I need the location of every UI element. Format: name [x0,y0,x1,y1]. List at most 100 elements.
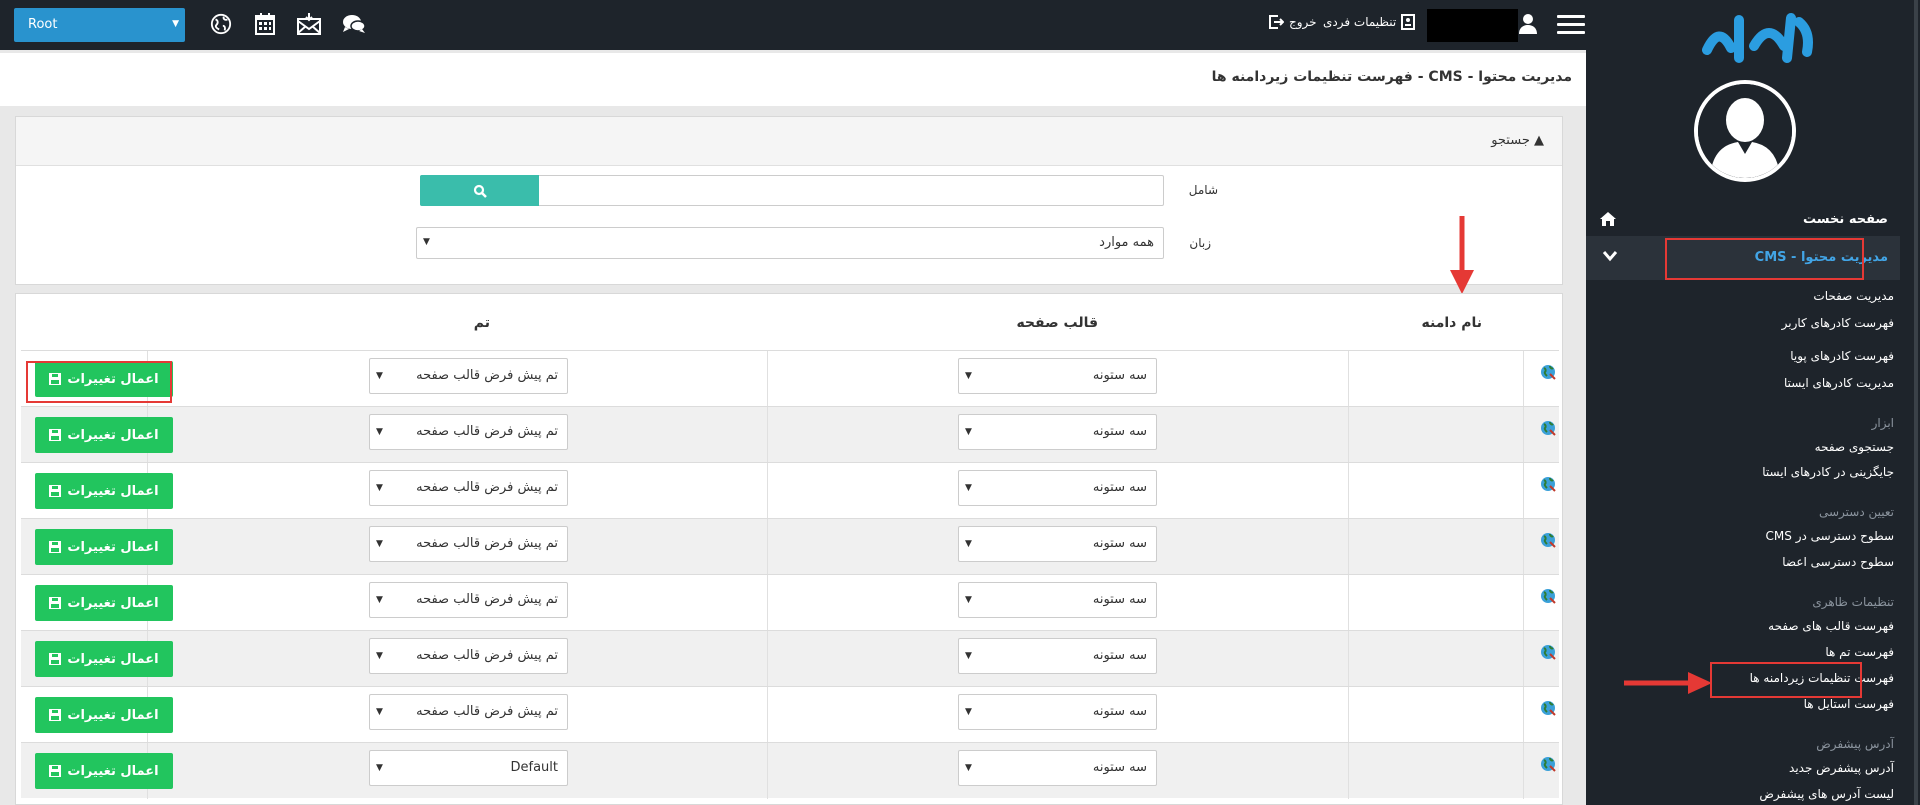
cell-divider [767,631,768,687]
apply-changes-button[interactable]: اعمال تغییرات [35,697,173,733]
theme-select[interactable]: تم پیش فرض قالب صفحه ▼ [369,414,568,450]
logout-link[interactable]: خروج [1268,14,1317,30]
subdomain-table: نام دامنه قالب صفحه تم اعمال تغییرات تم پ… [15,293,1563,805]
theme-select-value: تم پیش فرض قالب صفحه [416,424,558,439]
template-select[interactable]: سه ستونه ▼ [958,358,1157,394]
personal-settings-label: تنظیمات فردی [1323,15,1397,29]
theme-select[interactable]: تم پیش فرض قالب صفحه ▼ [369,470,568,506]
chevron-down-icon: ▼ [965,371,972,381]
template-select[interactable]: سه ستونه ▼ [958,526,1157,562]
save-icon [49,485,62,497]
save-icon [49,429,62,441]
cell-divider [1523,351,1524,407]
chevron-down-icon: ▼ [172,19,179,29]
apply-changes-button[interactable]: اعمال تغییرات [35,417,173,453]
theme-select[interactable]: تم پیش فرض قالب صفحه ▼ [369,582,568,618]
template-select[interactable]: سه ستونه ▼ [958,470,1157,506]
domain-globe-icon [1539,363,1557,381]
domain-globe-icon [1539,755,1557,773]
template-select-value: سه ستونه [1092,480,1147,495]
theme-select[interactable]: تم پیش فرض قالب صفحه ▼ [369,358,568,394]
chat-icon[interactable] [341,11,367,37]
sidebar-heading-default-address: آدرس پیشفرض [1816,737,1894,751]
apply-changes-button[interactable]: اعمال تغییرات [35,585,173,621]
sidebar-item-dynamic-boxes[interactable]: فهرست کادرهای پویا [1790,349,1894,363]
table-row: اعمال تغییرات تم پیش فرض قالب صفحه ▼ سه ستو… [21,406,1559,463]
column-header-template: قالب صفحه [1016,315,1098,331]
root-select-value: Root [28,17,58,32]
theme-select-value: تم پیش فرض قالب صفحه [416,592,558,607]
search-icon [473,184,487,198]
chevron-down-icon: ▼ [965,427,972,437]
sidebar-item-cms-access[interactable]: سطوح دسترسی در CMS [1766,529,1894,543]
cell-divider [1348,519,1349,575]
sidebar-item-replace-static[interactable]: جایگزینی در کادرهای ایستا [1762,465,1894,479]
column-header-domain: نام دامنه [1421,315,1482,331]
theme-select[interactable]: تم پیش فرض قالب صفحه ▼ [369,526,568,562]
sidebar-item-manage-pages[interactable]: مدیریت صفحات [1813,289,1894,303]
save-icon [49,597,62,609]
table-row: اعمال تغییرات تم پیش فرض قالب صفحه ▼ سه ستو… [21,518,1559,575]
mail-icon[interactable] [296,11,322,37]
table-row: اعمال تغییرات تم پیش فرض قالب صفحه ▼ سه ستو… [21,462,1559,519]
cell-divider [1348,631,1349,687]
contains-label: شامل [1188,183,1218,197]
cell-divider [1348,351,1349,407]
sidebar-item-search-page[interactable]: جستجوی صفحه [1815,440,1894,454]
theme-select-value: تم پیش فرض قالب صفحه [416,536,558,551]
sidebar-item-static-boxes[interactable]: مدیریت کادرهای ایستا [1784,376,1894,390]
sidebar-item-user-boxes[interactable]: فهرست کادرهای کاربر [1782,316,1894,330]
template-select-value: سه ستونه [1092,536,1147,551]
sidebar-item-home[interactable]: صفحه نخست [1586,204,1900,234]
chevron-down-icon: ▼ [376,371,383,381]
template-select[interactable]: سه ستونه ▼ [958,694,1157,730]
scrollbar[interactable] [1914,0,1918,805]
menu-icon[interactable] [1557,15,1585,35]
table-row: اعمال تغییرات Default ▼ سه ستونه ▼ [21,742,1559,799]
search-panel-header[interactable]: ▲ جستجو [16,117,1562,166]
apply-changes-button[interactable]: اعمال تغییرات [35,753,173,789]
sidebar-item-new-default-address[interactable]: آدرس پیشفرض جدید [1789,761,1894,775]
template-select[interactable]: سه ستونه ▼ [958,582,1157,618]
page-title: مدیریت محتوا - CMS - فهرست تنظیمات زیردا… [1211,69,1572,85]
highlight-box-apply [26,361,172,403]
chevron-down-icon: ▼ [423,237,430,247]
domain-globe-icon [1539,475,1557,493]
domain-globe-icon [1539,699,1557,717]
sidebar-item-styles[interactable]: فهرست استایل ها [1804,697,1894,711]
sidebar-item-page-templates[interactable]: فهرست قالب های صفحه [1768,619,1894,633]
apply-changes-button[interactable]: اعمال تغییرات [35,641,173,677]
personal-settings-link[interactable]: تنظیمات فردی [1323,14,1416,30]
domain-globe-icon [1539,587,1557,605]
globe-icon[interactable] [208,11,234,37]
sidebar-item-themes[interactable]: فهرست تم ها [1825,645,1894,659]
template-select[interactable]: سه ستونه ▼ [958,638,1157,674]
apply-changes-button[interactable]: اعمال تغییرات [35,473,173,509]
cell-divider [1523,687,1524,743]
search-button[interactable] [420,175,539,206]
chevron-down-icon: ▼ [376,427,383,437]
sidebar-item-default-address-list[interactable]: لیست آدرس های پیشفرض [1759,787,1894,801]
user-icon[interactable] [1516,12,1540,36]
search-panel: ▲ جستجو شامل زبان همه موارد ▼ [15,116,1563,285]
sidebar-item-member-access[interactable]: سطوح دسترسی اعضا [1782,555,1894,569]
template-select[interactable]: سه ستونه ▼ [958,750,1157,786]
calendar-icon[interactable] [252,11,278,37]
cell-divider [1523,407,1524,463]
home-label: صفحه نخست [1803,212,1888,227]
template-select[interactable]: سه ستونه ▼ [958,414,1157,450]
root-select[interactable]: Root ▼ [14,8,185,42]
apply-label: اعمال تغییرات [67,763,159,779]
theme-select[interactable]: Default ▼ [369,750,568,786]
apply-label: اعمال تغییرات [67,483,159,499]
theme-select[interactable]: تم پیش فرض قالب صفحه ▼ [369,638,568,674]
chevron-down-icon: ▼ [965,539,972,549]
theme-select[interactable]: تم پیش فرض قالب صفحه ▼ [369,694,568,730]
template-select-value: سه ستونه [1092,592,1147,607]
brand-logo [1699,10,1819,64]
apply-changes-button[interactable]: اعمال تغییرات [35,529,173,565]
template-select-value: سه ستونه [1092,760,1147,775]
language-select[interactable]: همه موارد ▼ [416,227,1164,259]
apply-label: اعمال تغییرات [67,427,159,443]
apply-label: اعمال تغییرات [67,707,159,723]
